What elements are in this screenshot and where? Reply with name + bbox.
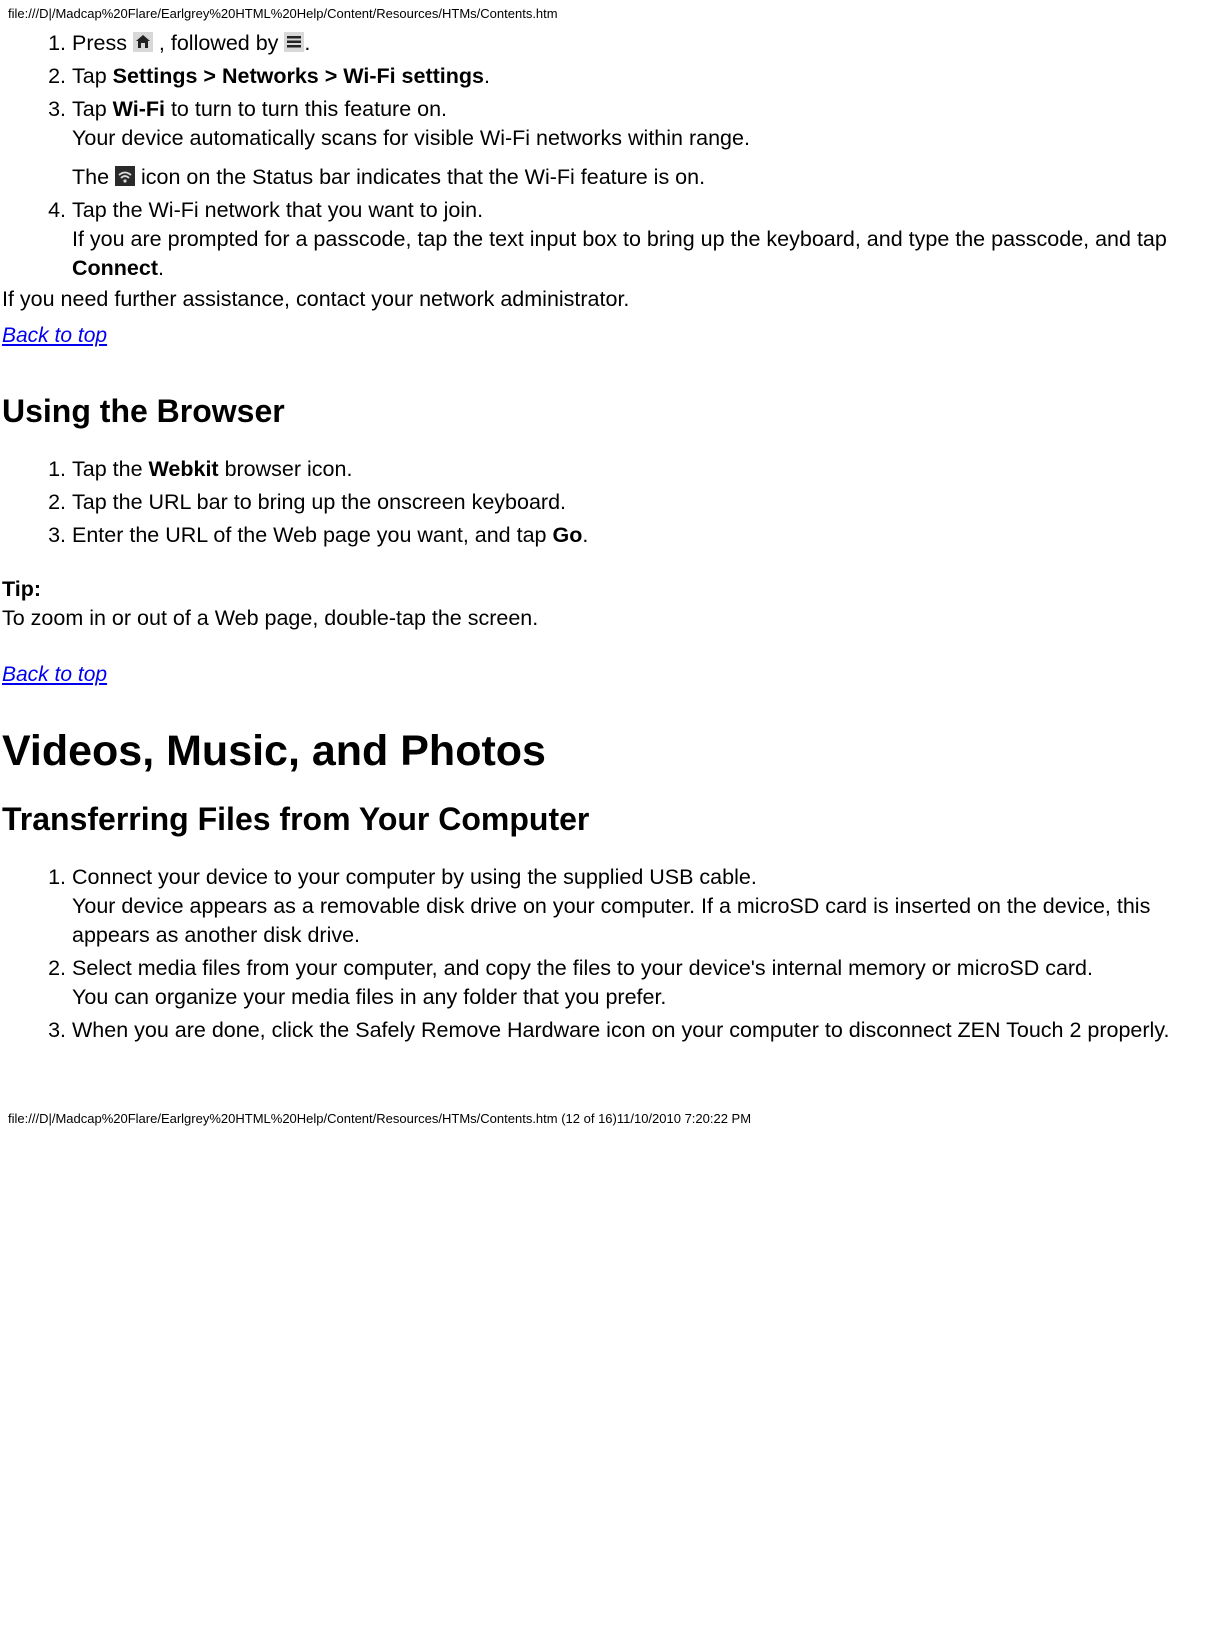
wifi-step-3: Tap Wi-Fi to turn to turn this feature o… [72,95,1208,192]
media-subheading: Transferring Files from Your Computer [2,801,1208,838]
back-to-top-link[interactable]: Back to top [2,663,107,686]
menu-icon [284,32,304,52]
text: Tap the Wi-Fi network that you want to j… [72,198,483,222]
media-step-1: Connect your device to your computer by … [72,863,1208,950]
text: Press [72,31,133,55]
text: icon on the Status bar indicates that th… [135,165,705,189]
bold-text: Settings > Networks > Wi-Fi settings [113,64,484,88]
text: . [158,256,164,280]
browser-heading: Using the Browser [2,393,1208,430]
text: Tap [72,97,113,121]
wifi-step-1: Press , followed by . [72,29,1208,58]
text: Tap the [72,457,149,481]
wifi-status-icon [115,166,135,186]
media-steps-list: Connect your device to your computer by … [0,863,1208,1045]
wifi-step-4: Tap the Wi-Fi network that you want to j… [72,196,1208,283]
text: Enter the URL of the Web page you want, … [72,523,552,547]
back-to-top-link[interactable]: Back to top [2,324,107,347]
text: You can organize your media files in any… [72,985,666,1009]
wifi-step-2: Tap Settings > Networks > Wi-Fi settings… [72,62,1208,91]
text: , followed by [153,31,284,55]
media-step-2: Select media files from your computer, a… [72,954,1208,1012]
text: . [582,523,588,547]
browser-step-2: Tap the URL bar to bring up the onscreen… [72,488,1208,517]
text: Tap [72,64,113,88]
text: Select media files from your computer, a… [72,956,1093,980]
text: to turn to turn this feature on. [165,97,447,121]
bold-text: Go [552,523,582,547]
bold-text: Webkit [149,457,219,481]
bold-text: Wi-Fi [113,97,165,121]
browser-step-3: Enter the URL of the Web page you want, … [72,521,1208,550]
media-heading: Videos, Music, and Photos [2,727,1208,776]
wifi-assist-text: If you need further assistance, contact … [0,285,1208,314]
text: The [72,165,115,189]
text: . [304,31,310,55]
bold-text: Connect [72,256,158,280]
text: Your device automatically scans for visi… [72,126,750,150]
footer-path: file:///D|/Madcap%20Flare/Earlgrey%20HTM… [0,1101,1208,1132]
home-icon [133,32,153,52]
browser-steps-list: Tap the Webkit browser icon. Tap the URL… [0,455,1208,550]
text: . [484,64,490,88]
tip-label: Tip: [2,577,41,601]
text: If you are prompted for a passcode, tap … [72,227,1167,251]
text: Your device appears as a removable disk … [72,894,1150,947]
tip-text: To zoom in or out of a Web page, double-… [0,604,1208,633]
media-step-3: When you are done, click the Safely Remo… [72,1016,1208,1045]
wifi-steps-list: Press , followed by . Tap Settings > Net… [0,29,1208,283]
header-path: file:///D|/Madcap%20Flare/Earlgrey%20HTM… [0,0,1208,25]
browser-step-1: Tap the Webkit browser icon. [72,455,1208,484]
text: browser icon. [219,457,353,481]
text: Connect your device to your computer by … [72,865,757,889]
